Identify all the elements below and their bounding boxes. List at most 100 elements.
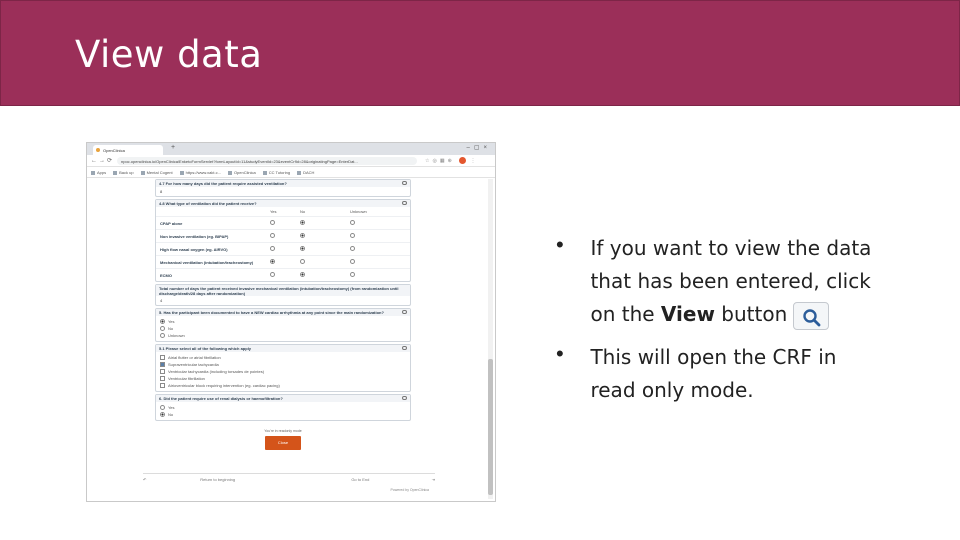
bullet-item: • This will open the CRF in read only mo… [556,341,876,407]
checkbox[interactable] [160,362,165,367]
bullet-dot: • [556,341,564,366]
radio-button[interactable] [300,220,305,225]
col-yes: Yes [270,209,277,214]
browser-tab[interactable]: OpenClinica [93,145,163,155]
address-bar-row: ←→⟳ npoc.openclinica.io/OpenClinica/Enke… [87,155,495,167]
ventilation-row-label: ECMO [160,272,172,278]
radio-button[interactable] [270,220,275,225]
scrollbar-thumb[interactable] [488,359,493,495]
bullet-text: This will open the CRF in read only mode… [590,345,837,402]
bullet-bold-view: View [660,302,715,326]
nav-arrows-icon[interactable]: ←→⟳ [91,157,114,164]
q5-label: 5. Has the participant been documented t… [159,310,384,315]
browser-screenshot: OpenClinica + –▢× ←→⟳ npoc.openclinica.i… [86,142,496,502]
bookmark-label: DACH [303,170,315,175]
readonly-note: You're in readonly mode [264,429,302,433]
radio-button[interactable] [160,333,165,338]
bookmark-label: OpenClinica [233,170,256,175]
radio-option-label: Yes [168,405,175,410]
bookmarks-bar: Apps Back up Mental Cogent https://www.xakt… [87,167,495,178]
checkbox-label: Ventricular fibrillation [168,376,205,381]
go-to-end-button[interactable]: Go to End [289,477,432,482]
new-tab-icon[interactable]: + [171,144,175,151]
radio-button[interactable] [350,220,355,225]
checkbox[interactable] [160,369,165,374]
slide-title: View data [75,33,263,76]
bookmark-icon [91,170,95,175]
checkbox-label: Atrial flutter or atrial fibrillation [168,355,221,360]
radio-option[interactable]: Yes [160,404,406,411]
checkbox-option[interactable]: Atrioventricular block requiring interve… [160,382,406,389]
title-bar: View data [0,0,960,106]
checkbox-option[interactable]: Ventricular fibrillation [160,375,406,382]
radio-option-label: Yes [168,319,175,324]
ventilation-row: ECMO [156,268,410,281]
view-button [793,301,830,330]
radio-button[interactable] [270,233,275,238]
radio-button[interactable] [270,246,275,251]
bookmark-icon [227,170,232,175]
comment-icon[interactable] [402,346,407,350]
q51-section: 5.1 Please select all of the following w… [155,344,411,392]
close-button[interactable]: Close [265,436,301,450]
radio-button[interactable] [350,272,355,277]
bookmark-item[interactable]: CC Tutoring [262,170,291,177]
radio-button[interactable] [350,259,355,264]
checkbox[interactable] [160,383,165,388]
bookmark-item[interactable]: Apps [91,170,106,177]
window-controls-icon[interactable]: –▢× [466,144,491,151]
q48-section: 4.8 What type of ventilation did the pat… [155,199,411,282]
radio-button[interactable] [350,246,355,251]
radio-button[interactable] [160,326,165,331]
radio-option-label: No [168,326,174,331]
end-arrow-icon[interactable]: ⇥ [432,477,435,482]
checkbox[interactable] [160,376,165,381]
checkbox[interactable] [160,355,165,360]
ventilation-row: Mechanical ventilation (intubation/trach… [156,255,410,268]
radio-button[interactable] [160,412,165,417]
q51-label: 5.1 Please select all of the following w… [159,346,252,351]
radio-button[interactable] [160,405,165,410]
radio-button[interactable] [350,233,355,238]
bookmark-item[interactable]: https://www.xakt.c... [179,170,221,177]
radio-button[interactable] [160,319,165,324]
bookmark-item[interactable]: Mental Cogent [140,170,173,177]
q49-value: 4 [160,298,163,303]
radio-option[interactable]: Unknown [160,332,406,339]
bookmark-item[interactable]: OpenClinica [227,170,256,177]
q48-column-headers: Yes No Unknown [156,207,410,216]
comment-icon[interactable] [402,201,407,205]
checkbox-option[interactable]: Atrial flutter or atrial fibrillation [160,354,406,361]
bookmark-icon [140,170,145,175]
radio-button[interactable] [270,259,275,264]
scrollbar[interactable] [488,179,493,499]
radio-button[interactable] [300,272,305,277]
comment-icon[interactable] [402,396,407,400]
comment-icon[interactable] [402,181,407,185]
checkbox-option[interactable]: Ventricular tachycardia (including torsa… [160,368,406,375]
ventilation-row: CPAP alone [156,216,410,229]
browser-tab-title: OpenClinica [103,148,125,153]
q47-section: 4.7 For how many days did the patient re… [155,179,411,197]
ventilation-row-label: Mechanical ventilation (intubation/trach… [160,259,254,265]
extension-icons[interactable]: ☆◎▦⊕ ⋮ [425,157,491,165]
comment-icon[interactable] [402,310,407,314]
radio-option[interactable]: No [160,411,406,418]
return-to-beginning-button[interactable]: Return to beginning [146,477,289,482]
ventilation-row: Non invasive ventilation (eg. BIPAP) [156,229,410,242]
radio-option[interactable]: No [160,325,406,332]
radio-option[interactable]: Yes [160,318,406,325]
magnifier-icon [803,308,821,326]
radio-button[interactable] [300,233,305,238]
radio-button[interactable] [300,246,305,251]
radio-button[interactable] [270,272,275,277]
bookmark-item[interactable]: DACH [297,170,314,177]
form-footer: ↶ Return to beginning Go to End ⇥ [143,473,435,484]
url-field[interactable]: npoc.openclinica.io/OpenClinica/EnketoFo… [117,157,417,165]
radio-button[interactable] [300,259,305,264]
bookmark-label: CC Tutoring [268,170,291,175]
radio-option-label: Unknown [168,333,185,338]
profile-icon[interactable] [459,157,467,164]
bookmark-item[interactable]: Back up [113,170,134,177]
checkbox-option[interactable]: Supraventricular tachycardia [160,361,406,368]
